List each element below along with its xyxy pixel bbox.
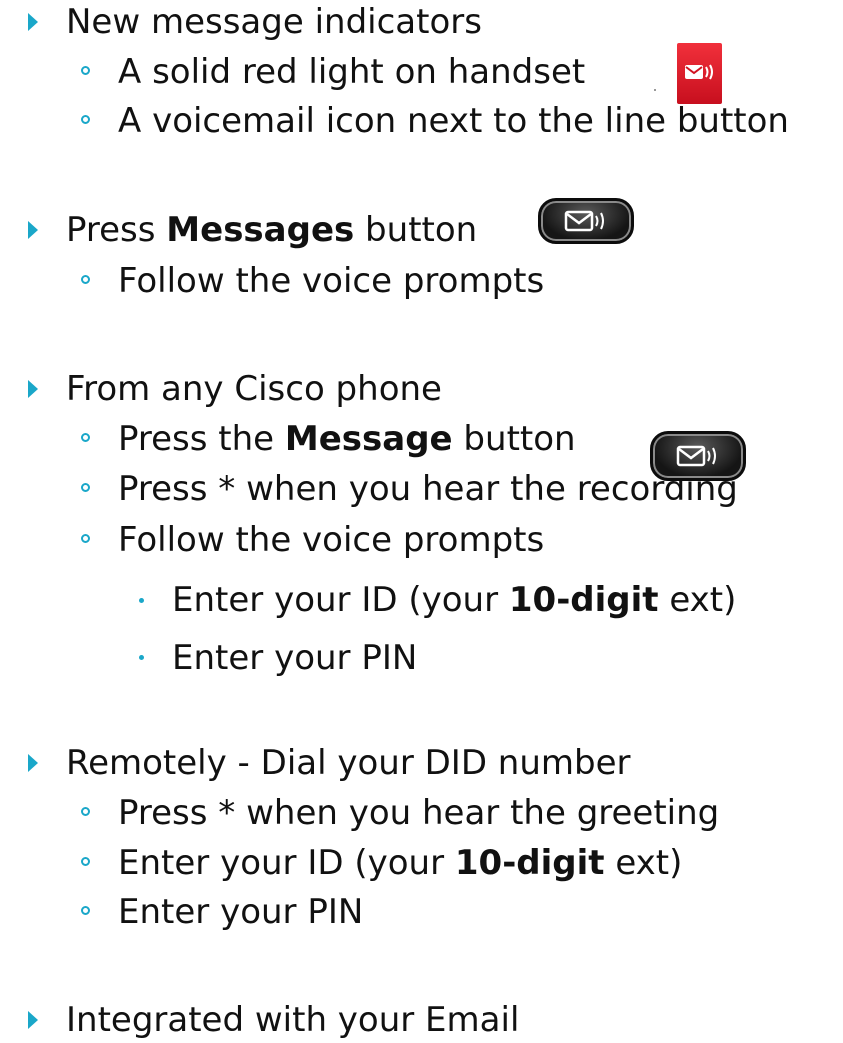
level3-bullet-icon [139,598,144,603]
list-item: New message indicators [66,2,482,42]
level1-bullet-icon [28,13,38,31]
list-item: Press * when you hear the greeting [118,793,720,833]
level2-bullet-icon [81,483,90,492]
level2-bullet-icon [81,66,90,75]
list-item: Press the Message button [118,419,576,459]
list-item: Press * when you hear the recording [118,469,738,509]
voicemail-red-light-icon [677,43,722,104]
list-item: Enter your PIN [172,638,418,678]
list-item: Remotely - Dial your DID number [66,743,631,783]
level2-bullet-icon [81,906,90,915]
dot-mark [654,89,656,91]
list-item: A voicemail icon next to the line button [118,101,789,141]
list-item: A solid red light on handset [118,52,586,92]
level3-bullet-icon [139,655,144,660]
level1-bullet-icon [28,1011,38,1029]
list-item: Enter your ID (your 10-digit ext) [172,580,737,620]
messages-button-icon [650,431,746,481]
level2-bullet-icon [81,115,90,124]
level2-bullet-icon [81,275,90,284]
level1-bullet-icon [28,380,38,398]
list-item: Enter your PIN [118,892,364,932]
list-item: Integrated with your Email [66,1000,520,1040]
level2-bullet-icon [81,807,90,816]
list-item: Press Messages button [66,210,478,250]
level1-bullet-icon [28,754,38,772]
level2-bullet-icon [81,857,90,866]
list-item: Follow the voice prompts [118,261,545,301]
level2-bullet-icon [81,534,90,543]
level2-bullet-icon [81,433,90,442]
messages-button-icon [538,198,634,244]
list-item: Follow the voice prompts [118,520,545,560]
level1-bullet-icon [28,221,38,239]
list-item: Enter your ID (your 10-digit ext) [118,843,683,883]
list-item: From any Cisco phone [66,369,442,409]
